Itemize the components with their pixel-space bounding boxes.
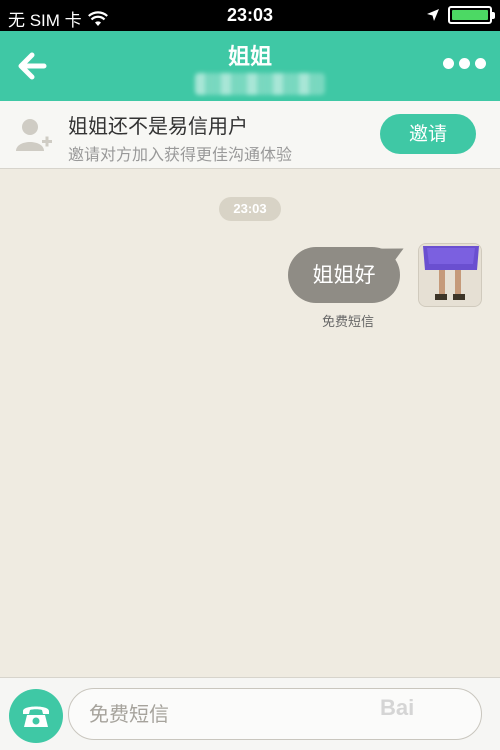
- composer-bar: [0, 677, 500, 750]
- nav-bar: 姐姐: [0, 31, 500, 101]
- phone-glyph: [23, 706, 49, 727]
- message-type-label: 免费短信: [321, 315, 374, 330]
- telephone-icon[interactable]: [9, 689, 63, 743]
- message-input[interactable]: [68, 688, 482, 740]
- contact-name-title: 姐姐: [227, 45, 272, 70]
- dot: [459, 58, 470, 69]
- invite-button[interactable]: 邀请: [380, 114, 476, 154]
- contact-number-blurred: [195, 73, 325, 95]
- more-dots-icon[interactable]: [443, 58, 486, 69]
- location-arrow-icon: [427, 9, 439, 21]
- invite-title: 姐姐还不是易信用户: [68, 114, 248, 138]
- invite-subtitle: 邀请对方加入获得更佳沟通体验: [68, 145, 293, 164]
- add-contact-icon: [16, 119, 52, 151]
- chat-timestamp: 23:03: [219, 197, 281, 221]
- battery-icon: [448, 6, 495, 24]
- status-bar: 无 SIM 卡 23:03: [0, 0, 500, 31]
- invite-banner: 姐姐还不是易信用户 邀请对方加入获得更佳沟通体验 邀请: [0, 101, 500, 169]
- dot: [475, 58, 486, 69]
- battery-level: [452, 10, 488, 20]
- avatar-photo: [419, 244, 481, 306]
- my-avatar[interactable]: [418, 243, 482, 307]
- dot: [443, 58, 454, 69]
- status-time: 23:03: [226, 5, 274, 25]
- message-bubble[interactable]: 姐姐好: [288, 247, 400, 303]
